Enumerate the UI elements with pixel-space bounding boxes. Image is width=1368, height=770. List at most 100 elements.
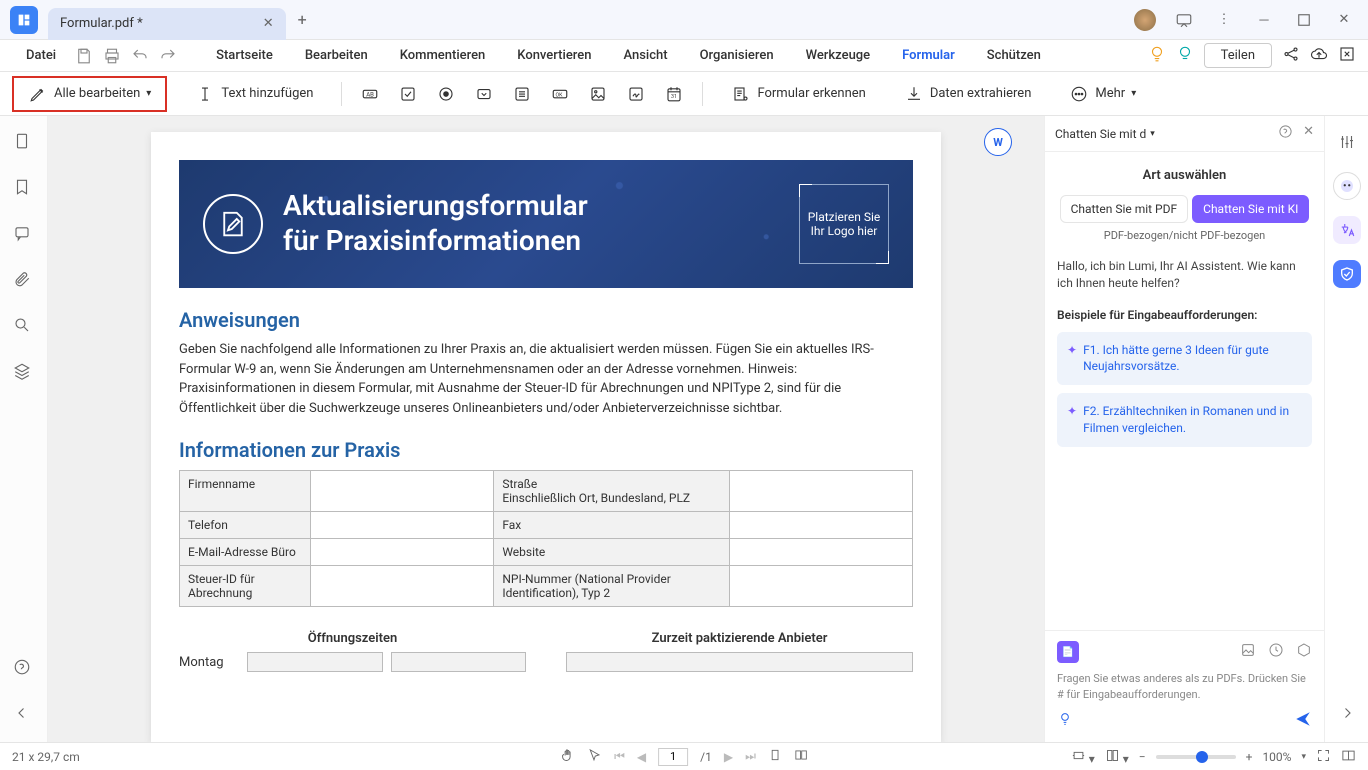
menu-schuetzen[interactable]: Schützen [973,44,1055,67]
input-montag-to[interactable] [391,652,527,672]
date-field-icon[interactable]: 31 [664,84,684,104]
fullscreen-icon[interactable] [1316,748,1331,766]
input-npi[interactable] [729,566,912,607]
input-montag-from[interactable] [247,652,383,672]
layers-icon[interactable] [13,362,35,384]
ai-tab-ki[interactable]: Chatten Sie mit KI [1192,195,1309,223]
menu-werkzeuge[interactable]: Werkzeuge [792,44,885,67]
menu-bearbeiten[interactable]: Bearbeiten [291,44,382,67]
menu-datei[interactable]: Datei [12,44,70,67]
listbox-icon[interactable] [512,84,532,104]
new-tab-button[interactable]: + [298,10,307,29]
next-page-icon[interactable]: ▶ [724,750,733,764]
close-panel-icon[interactable]: ✕ [1303,124,1314,143]
search-icon[interactable] [13,316,35,338]
ai-robot-icon[interactable] [1333,172,1361,200]
two-page-icon[interactable] [794,748,808,765]
image-attach-icon[interactable] [1240,642,1256,662]
textfield-icon[interactable]: AB [360,84,380,104]
help-icon[interactable] [13,658,35,680]
input-email[interactable] [311,539,494,566]
ai-input-placeholder[interactable]: Fragen Sie etwas anderes als zu PDFs. Dr… [1057,671,1312,702]
input-provider-1[interactable] [566,652,913,672]
document-viewport[interactable]: W Aktualisierungsformularfür Praxisinfor… [48,116,1044,742]
ai-prompt-2[interactable]: ✦ F2. Erzähltechniken in Romanen und in … [1057,393,1312,447]
single-page-icon[interactable] [768,748,782,765]
user-avatar[interactable] [1134,9,1156,31]
history-icon[interactable] [1268,642,1284,662]
sliders-icon[interactable] [1333,128,1361,156]
zoom-in-icon[interactable]: + [1246,750,1253,764]
fit-width-icon[interactable]: ▾ [1071,748,1095,766]
word-export-badge[interactable]: W [984,128,1012,156]
menu-organisieren[interactable]: Organisieren [686,44,788,67]
checkbox-icon[interactable] [398,84,418,104]
comment-icon[interactable] [13,224,35,246]
input-firmenname[interactable] [311,471,494,512]
zoom-level[interactable]: 100% [1262,750,1291,764]
document-tab[interactable]: Formular.pdf * ✕ [48,8,286,40]
attachment-icon[interactable] [13,270,35,292]
more-button[interactable]: Mehr ▾ [1059,78,1146,110]
recognize-form-button[interactable]: Formular erkennen [721,78,875,110]
cloud-upload-icon[interactable] [1310,45,1328,67]
share-graph-icon[interactable] [1282,45,1300,67]
last-page-icon[interactable]: ⏭ [745,749,756,764]
extract-data-button[interactable]: Daten extrahieren [894,78,1042,110]
send-icon[interactable] [1294,710,1312,732]
input-website[interactable] [729,539,912,566]
check-shield-icon[interactable] [1333,260,1361,288]
bookmark-icon[interactable] [13,178,35,200]
ai-mode-dropdown[interactable]: Chatten Sie mit d ▾ [1055,127,1155,141]
undo-icon[interactable] [130,46,150,66]
collapse-right-icon[interactable] [1338,711,1356,726]
help-circle-icon[interactable] [1278,124,1293,143]
app-logo[interactable] [10,6,38,34]
first-page-icon[interactable]: ⏮ [614,749,625,764]
menu-formular[interactable]: Formular [888,44,969,67]
prev-page-icon[interactable]: ◀ [637,750,646,764]
select-tool-icon[interactable] [587,748,602,766]
zoom-out-icon[interactable]: − [1139,750,1146,764]
share-button[interactable]: Teilen [1204,43,1272,68]
view-mode-icon[interactable]: ▾ [1105,748,1129,766]
more-icon[interactable]: ⋮ [1212,8,1236,32]
read-mode-icon[interactable] [1341,748,1356,766]
signature-field-icon[interactable] [626,84,646,104]
edit-all-button[interactable]: Alle bearbeiten ▾ [12,76,167,112]
lightbulb-icon[interactable] [1148,45,1166,67]
pdf-attach-icon[interactable]: 📄 [1057,641,1079,663]
minimize-icon[interactable]: ─ [1252,8,1276,32]
hint-bulb-icon[interactable] [1057,711,1073,731]
redo-icon[interactable] [158,46,178,66]
translate-icon[interactable] [1333,216,1361,244]
collapse-left-icon[interactable] [13,704,35,726]
expand-icon[interactable] [1338,45,1356,67]
page-number-input[interactable] [658,748,688,766]
settings-hex-icon[interactable] [1296,642,1312,662]
hand-tool-icon[interactable] [560,748,575,766]
menu-kommentieren[interactable]: Kommentieren [386,44,500,67]
ai-prompt-1[interactable]: ✦ F1. Ich hätte gerne 3 Ideen für gute N… [1057,332,1312,386]
add-text-button[interactable]: Text hinzufügen [185,78,323,110]
menu-ansicht[interactable]: Ansicht [609,44,681,67]
close-tab-icon[interactable]: ✕ [263,16,274,31]
menu-konvertieren[interactable]: Konvertieren [503,44,605,67]
menu-startseite[interactable]: Startseite [202,44,287,67]
input-fax[interactable] [729,512,912,539]
save-icon[interactable] [74,46,94,66]
input-steuerid[interactable] [311,566,494,607]
image-field-icon[interactable] [588,84,608,104]
thumbnail-icon[interactable] [13,132,35,154]
ai-tab-pdf[interactable]: Chatten Sie mit PDF [1060,195,1189,223]
chat-icon[interactable] [1172,8,1196,32]
close-window-icon[interactable]: ✕ [1332,8,1356,32]
print-icon[interactable] [102,46,122,66]
input-strasse[interactable] [729,471,912,512]
button-field-icon[interactable]: OK [550,84,570,104]
color-lightbulb-icon[interactable] [1176,45,1194,67]
radio-icon[interactable] [436,84,456,104]
input-telefon[interactable] [311,512,494,539]
maximize-icon[interactable] [1292,8,1316,32]
zoom-slider[interactable] [1156,755,1236,759]
